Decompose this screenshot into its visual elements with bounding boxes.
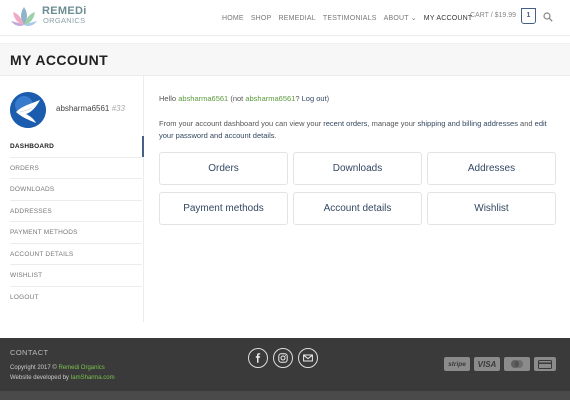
user-id: #33 bbox=[111, 104, 125, 113]
greeting-mid: (not bbox=[228, 94, 246, 103]
brand-name: REMEDi ORGANICS bbox=[42, 6, 87, 26]
sidebar-item-payment-methods[interactable]: PAYMENT METHODS bbox=[10, 222, 142, 244]
facebook-icon[interactable] bbox=[248, 348, 268, 368]
intro-text-4: . bbox=[274, 131, 277, 140]
tile-addresses[interactable]: Addresses bbox=[427, 152, 556, 185]
site-header: REMEDi ORGANICS HOME SHOP REMEDIAL TESTI… bbox=[0, 0, 570, 36]
intro-text-2: , manage your bbox=[367, 119, 418, 128]
sidebar-item-downloads[interactable]: DOWNLOADS bbox=[10, 179, 142, 201]
site-footer: CONTACT Copyright 2017 © Remedi Organics… bbox=[0, 338, 570, 391]
nav-my-account[interactable]: MY ACCOUNT bbox=[424, 15, 473, 22]
tile-payment-methods[interactable]: Payment methods bbox=[159, 192, 288, 225]
greeting-prefix: Hello bbox=[159, 94, 179, 103]
copyright-brand-link[interactable]: Remedi Organics bbox=[58, 365, 104, 371]
mastercard-icon bbox=[504, 357, 530, 371]
nav-about[interactable]: ABOUT ⌄ bbox=[384, 14, 417, 22]
addresses-link[interactable]: shipping and billing addresses bbox=[417, 119, 518, 128]
instagram-icon[interactable] bbox=[273, 348, 293, 368]
footer-copyright: Copyright 2017 © Remedi Organics Website… bbox=[10, 364, 115, 383]
main-nav: HOME SHOP REMEDIAL TESTIMONIALS ABOUT ⌄ … bbox=[222, 12, 479, 24]
facebook-glyph-icon bbox=[255, 353, 261, 363]
stripe-icon: stripe bbox=[444, 357, 470, 371]
dashboard-intro: From your account dashboard you can view… bbox=[159, 118, 559, 142]
page-title: MY ACCOUNT bbox=[10, 52, 109, 68]
username-text: absharma6561 bbox=[56, 104, 110, 113]
account-nav: DASHBOARD ORDERS DOWNLOADS ADDRESSES PAY… bbox=[10, 136, 144, 309]
brand-name-line1: REMEDi bbox=[42, 5, 87, 17]
email-icon[interactable] bbox=[298, 348, 318, 368]
page-title-bar: MY ACCOUNT bbox=[0, 43, 570, 76]
logout-link[interactable]: Log out bbox=[302, 94, 327, 103]
instagram-glyph-icon bbox=[278, 353, 288, 363]
sidebar-item-dashboard[interactable]: DASHBOARD bbox=[10, 136, 144, 158]
lotus-logo-icon bbox=[11, 7, 37, 26]
cart-count-badge[interactable]: 1 bbox=[521, 8, 536, 24]
greeting: Hello absharma6561 (not absharma6561? Lo… bbox=[159, 94, 329, 103]
footer-contact-heading[interactable]: CONTACT bbox=[10, 348, 49, 357]
sidebar-item-addresses[interactable]: ADDRESSES bbox=[10, 201, 142, 222]
recent-orders-link[interactable]: recent orders bbox=[323, 119, 367, 128]
visa-icon: VISA bbox=[474, 357, 500, 371]
greeting-end: ) bbox=[326, 94, 330, 103]
copyright-line: Copyright 2017 © Remedi Organics bbox=[10, 364, 115, 374]
developer-prefix: Website developed by bbox=[10, 374, 71, 381]
card-glyph-icon bbox=[538, 359, 552, 369]
dove-avatar-icon bbox=[10, 92, 46, 128]
intro-text-3: and bbox=[517, 119, 535, 128]
nav-home[interactable]: HOME bbox=[222, 15, 244, 22]
avatar bbox=[10, 92, 46, 128]
nav-testimonials[interactable]: TESTIMONIALS bbox=[323, 15, 377, 22]
copyright-prefix: Copyright 2017 © bbox=[10, 365, 59, 371]
dashboard-tiles: Orders Downloads Addresses Payment metho… bbox=[159, 152, 556, 225]
greeting-username-2: absharma6561 bbox=[245, 94, 296, 103]
mastercard-circles-icon bbox=[511, 360, 523, 368]
brand-logo[interactable]: REMEDi ORGANICS bbox=[9, 3, 99, 33]
account-sidebar: absharma6561 #33 DASHBOARD ORDERS DOWNLO… bbox=[0, 76, 144, 322]
sidebar-item-orders[interactable]: ORDERS bbox=[10, 158, 142, 179]
credit-card-icon bbox=[534, 357, 556, 371]
cart-link[interactable]: CART / $19.99 bbox=[470, 12, 516, 19]
sidebar-item-logout[interactable]: LOGOUT bbox=[10, 287, 142, 309]
search-icon[interactable] bbox=[543, 12, 553, 22]
tile-orders[interactable]: Orders bbox=[159, 152, 288, 185]
greeting-username: absharma6561 bbox=[178, 94, 229, 103]
sidebar-item-account-details[interactable]: ACCOUNT DETAILS bbox=[10, 244, 142, 265]
account-username: absharma6561 #33 bbox=[56, 104, 125, 113]
developer-link[interactable]: IamSharma.com bbox=[71, 375, 115, 381]
tile-wishlist[interactable]: Wishlist bbox=[427, 192, 556, 225]
brand-name-line2: ORGANICS bbox=[43, 16, 86, 25]
developer-line: Website developed by IamSharma.com bbox=[10, 374, 115, 384]
tile-downloads[interactable]: Downloads bbox=[293, 152, 422, 185]
envelope-glyph-icon bbox=[303, 354, 313, 362]
nav-shop[interactable]: SHOP bbox=[251, 15, 272, 22]
nav-remedial[interactable]: REMEDIAL bbox=[278, 15, 315, 22]
tile-account-details[interactable]: Account details bbox=[293, 192, 422, 225]
intro-text-1: From your account dashboard you can view… bbox=[159, 119, 324, 128]
sidebar-item-wishlist[interactable]: WISHLIST bbox=[10, 265, 142, 287]
footer-bottom-bar bbox=[0, 391, 570, 400]
